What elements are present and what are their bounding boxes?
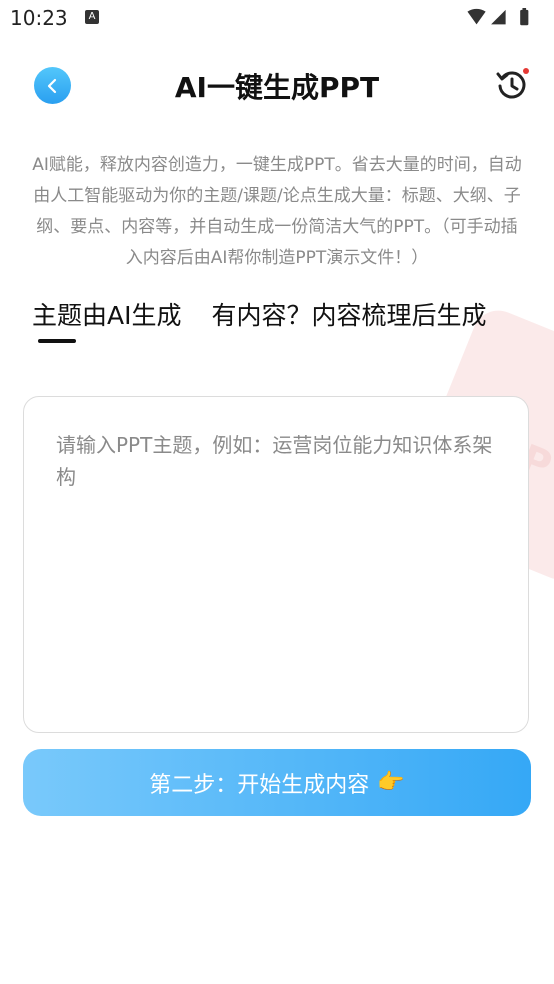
start-generate-button[interactable]: 第二步：开始生成内容 👉: [23, 749, 531, 816]
wifi-icon: [467, 8, 486, 25]
history-clock-icon: [496, 68, 529, 99]
history-button[interactable]: [493, 66, 531, 104]
intro-description: AI赋能，释放内容创造力，一键生成PPT。省去大量的时间，自动由人工智能驱动为你…: [32, 155, 522, 268]
active-tab-indicator: [38, 339, 76, 343]
topic-input-card: [23, 396, 529, 733]
notification-dot: [523, 68, 529, 74]
mode-tabs: 主题由AI生成 有内容？内容梳理后生成: [32, 296, 532, 356]
pointing-hand-icon: 👉: [377, 770, 405, 795]
battery-icon: [520, 9, 529, 26]
topic-input[interactable]: [54, 427, 504, 711]
tab-ai-topic[interactable]: 主题由AI生成: [32, 296, 181, 332]
status-bar: 10:23 A: [0, 0, 554, 38]
page-title: AI一键生成PPT: [174, 71, 380, 104]
status-icons: [467, 8, 529, 26]
tab-content-organize[interactable]: 有内容？内容梳理后生成: [211, 296, 486, 332]
notification-icon: A: [85, 10, 99, 24]
signal-icon: [491, 9, 506, 25]
status-time: 10:23: [10, 6, 68, 30]
start-generate-label: 第二步：开始生成内容: [149, 772, 370, 798]
